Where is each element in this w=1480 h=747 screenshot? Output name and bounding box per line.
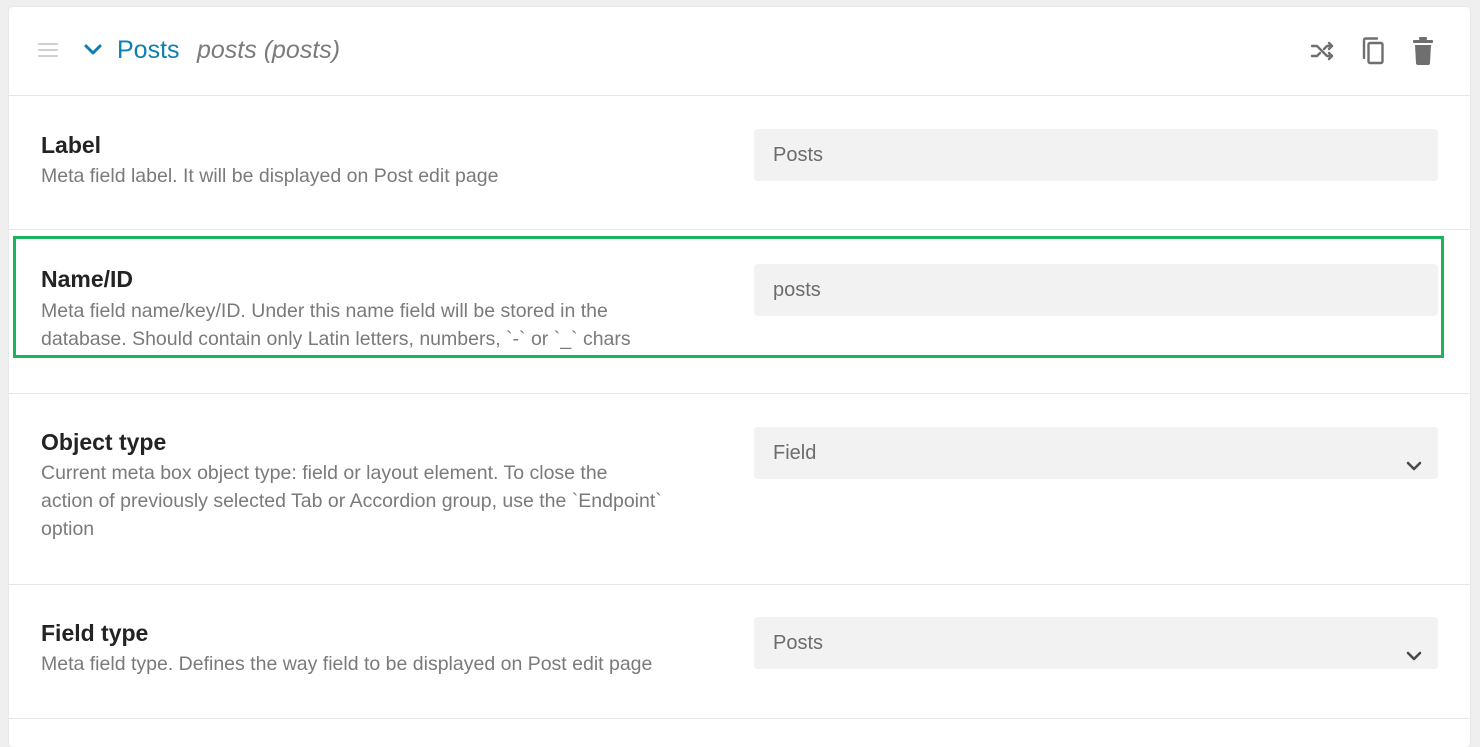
label-description: Meta field label. It will be displayed o… bbox=[41, 165, 499, 187]
object-type-description-line1: Current meta box object type: field or l… bbox=[41, 462, 608, 484]
trash-icon[interactable] bbox=[1409, 36, 1437, 66]
label-title: Label bbox=[41, 132, 102, 158]
field-row-label: Label Meta field label. It will be displ… bbox=[9, 96, 1470, 230]
meta-field-panel: Posts posts (posts) Label Meta field lab… bbox=[9, 7, 1470, 747]
field-type-description: Meta field type. Defines the way field t… bbox=[41, 653, 653, 675]
name-id-input[interactable] bbox=[754, 264, 1438, 316]
object-type-title: Object type bbox=[41, 429, 167, 455]
object-type-description-line2: action of previously selected Tab or Acc… bbox=[41, 490, 662, 512]
panel-header: Posts posts (posts) bbox=[9, 7, 1470, 96]
object-type-selected-value: Field bbox=[773, 442, 817, 464]
name-id-description: Meta field name/key/ID. Under this name … bbox=[41, 297, 741, 353]
field-type-select[interactable]: Posts bbox=[754, 617, 1438, 669]
field-type-selected-value: Posts bbox=[773, 632, 824, 654]
chevron-down-icon bbox=[1404, 444, 1424, 471]
panel-subtitle: posts (posts) bbox=[197, 36, 341, 64]
field-type-title: Field type bbox=[41, 620, 149, 646]
object-type-description: Current meta box object type: field or l… bbox=[41, 459, 741, 543]
field-row-name-id: Name/ID Meta field name/key/ID. Under th… bbox=[9, 230, 1470, 394]
name-id-title: Name/ID bbox=[41, 266, 134, 292]
field-row-field-type: Field type Meta field type. Defines the … bbox=[9, 585, 1470, 719]
chevron-down-icon bbox=[1404, 634, 1424, 661]
object-type-description-line3: option bbox=[41, 518, 95, 540]
panel-title[interactable]: Posts bbox=[117, 36, 180, 65]
header-actions bbox=[1309, 36, 1437, 66]
copy-icon[interactable] bbox=[1359, 36, 1387, 66]
field-row-object-type: Object type Current meta box object type… bbox=[9, 394, 1470, 585]
name-id-description-line1: Meta field name/key/ID. Under this name … bbox=[41, 300, 608, 322]
object-type-select[interactable]: Field bbox=[754, 427, 1438, 479]
name-id-description-line2: database. Should contain only Latin lett… bbox=[41, 328, 631, 350]
chevron-down-icon[interactable] bbox=[82, 39, 104, 61]
drag-handle-icon[interactable] bbox=[38, 43, 58, 57]
shuffle-icon[interactable] bbox=[1309, 36, 1337, 66]
label-input[interactable] bbox=[754, 129, 1438, 181]
